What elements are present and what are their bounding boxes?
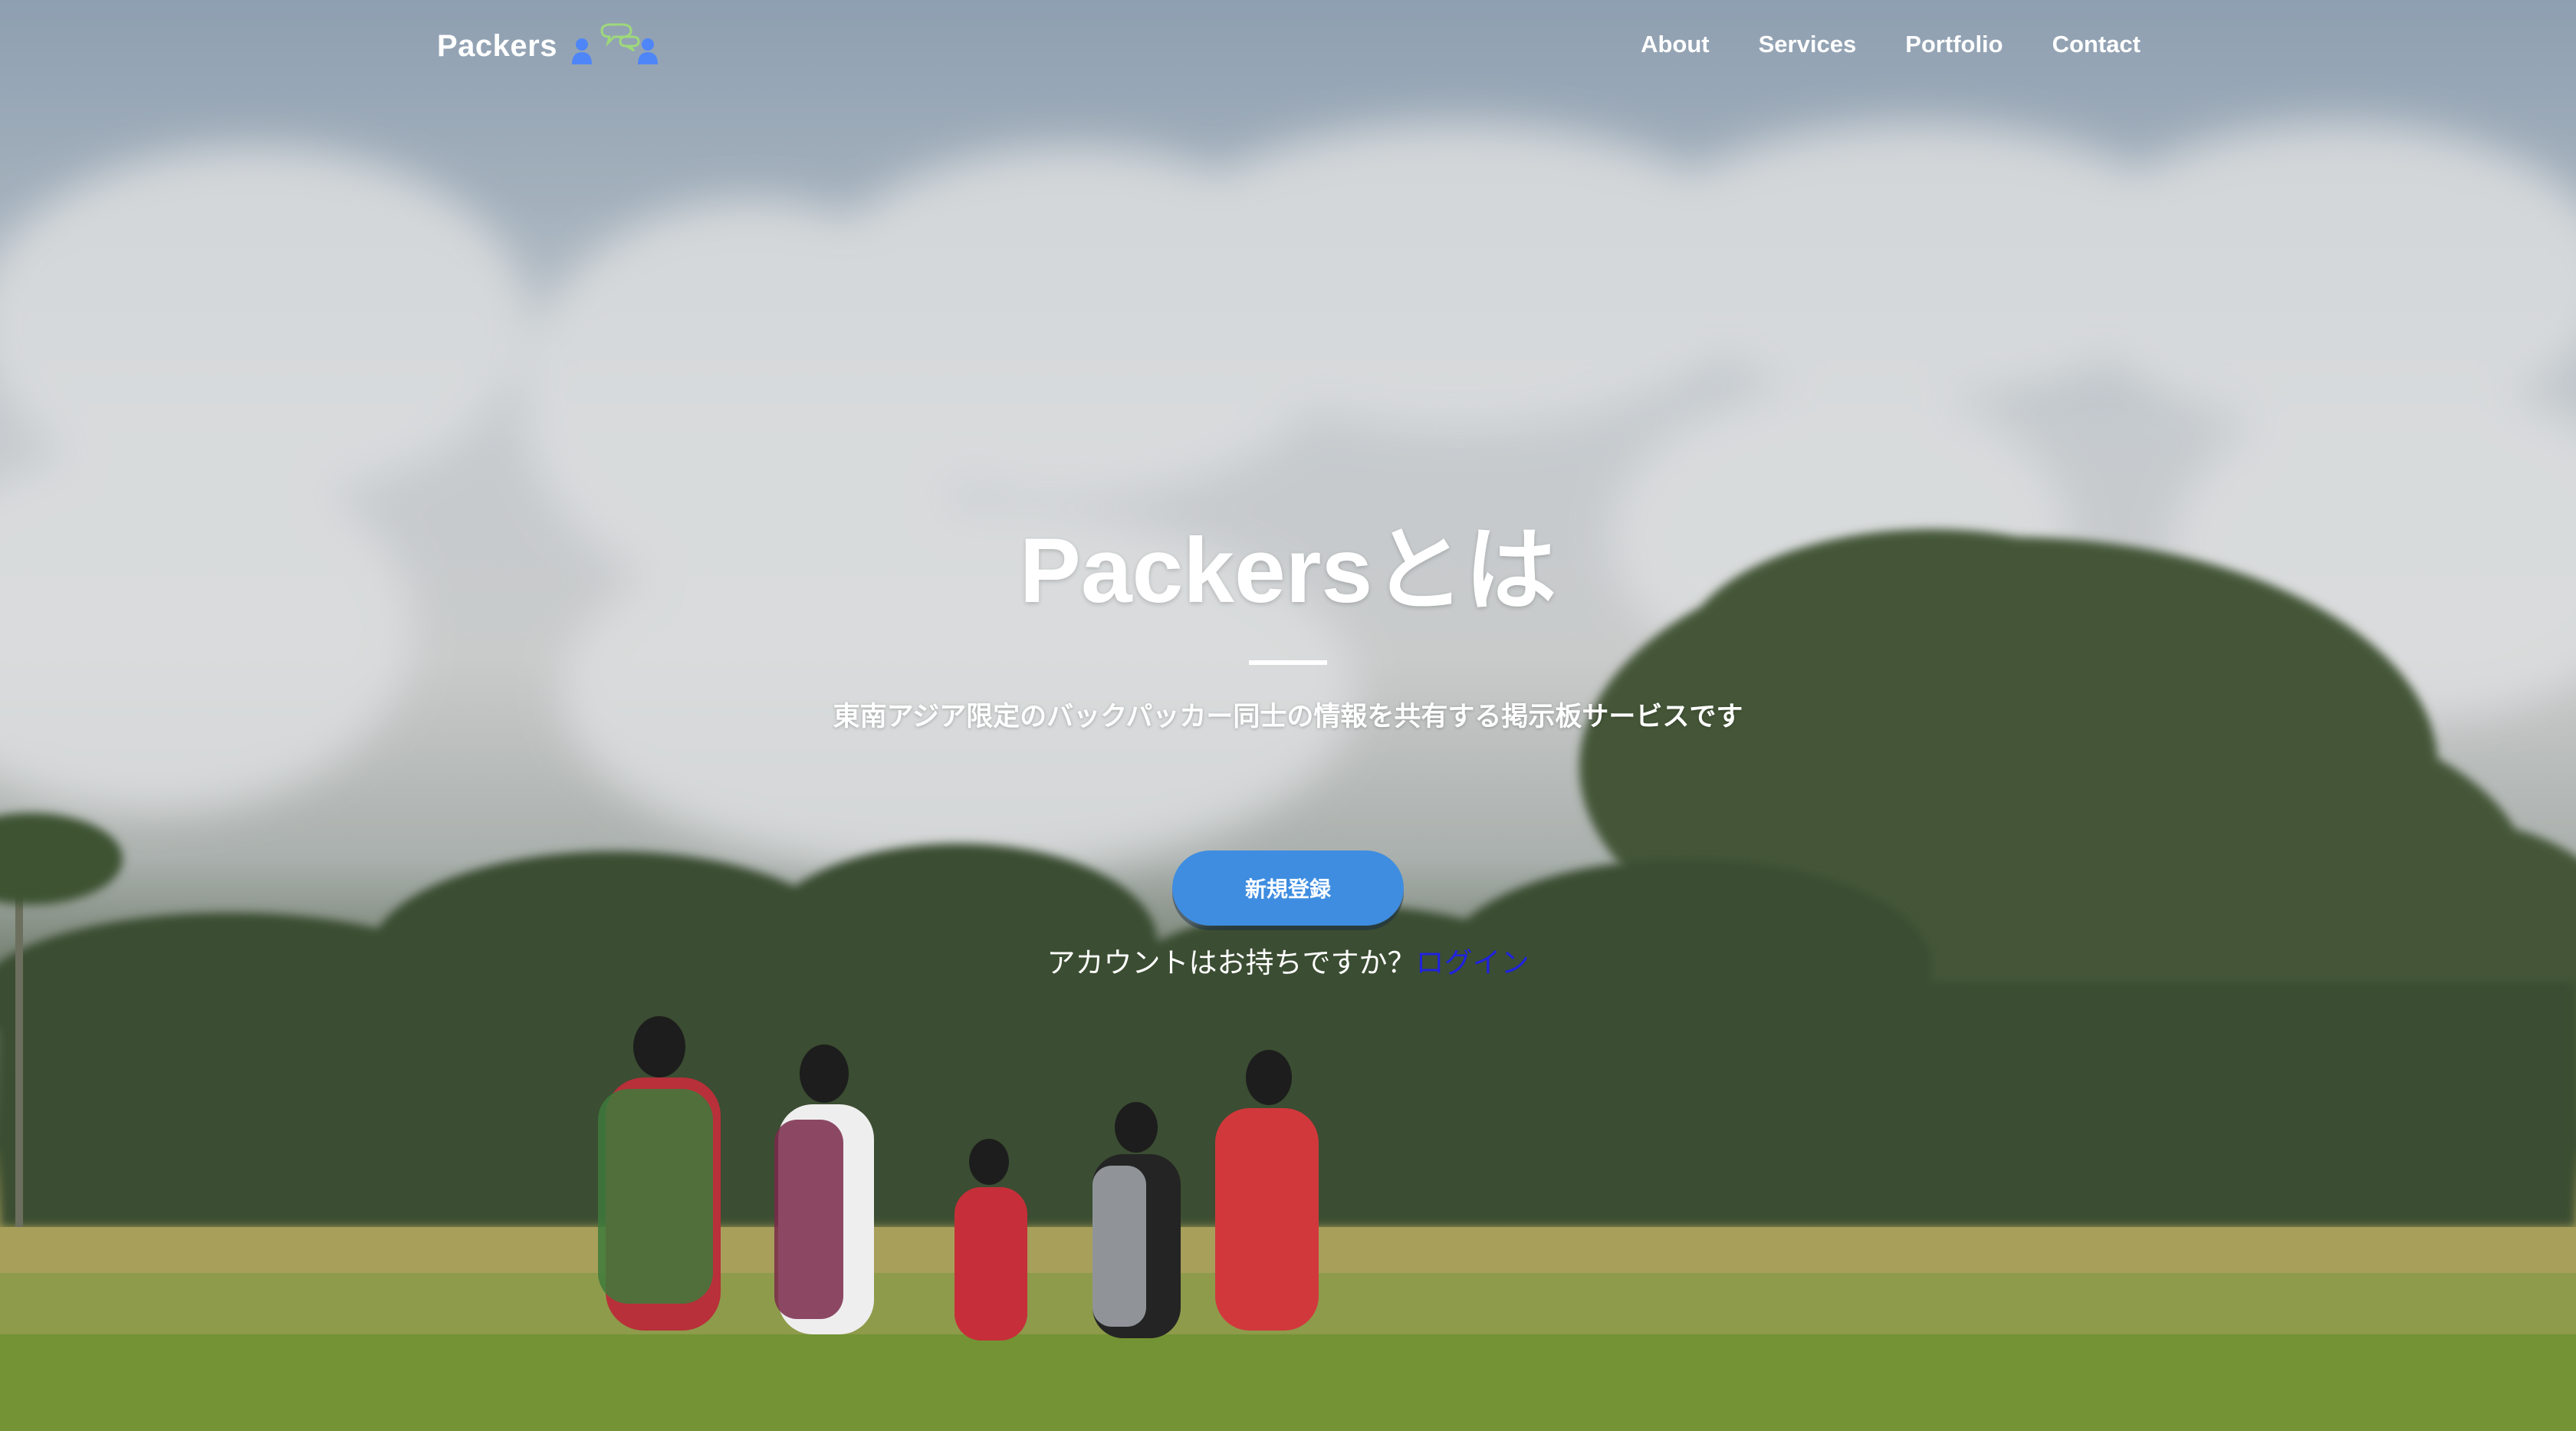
nav-link-about[interactable]: About — [1641, 31, 1710, 58]
login-link[interactable]: ログイン — [1416, 947, 1530, 979]
rice-field-front — [0, 1334, 2576, 1431]
hero-subtitle: 東南アジア限定のバックパッカー同士の情報を共有する掲示板サービスです — [833, 702, 1743, 732]
brand[interactable]: Packers — [437, 23, 663, 69]
hero-content: Packersとは 東南アジア限定のバックパッカー同士の情報を共有する掲示板サー… — [0, 509, 2576, 982]
nav-link-contact[interactable]: Contact — [2052, 31, 2141, 58]
title-divider — [1249, 660, 1327, 665]
brand-name[interactable]: Packers — [437, 29, 557, 64]
login-prompt: アカウントはお持ちですか？ — [1046, 947, 1416, 979]
nav-link-services[interactable]: Services — [1759, 31, 1857, 58]
hero-title: Packersとは — [1019, 519, 1557, 622]
two-people-chat-icon — [571, 23, 658, 64]
login-row: アカウントはお持ちですか？ログイン — [0, 944, 2576, 982]
nav-links: About Services Portfolio Contact — [1641, 31, 2141, 58]
hero-section: Packers About Services Portfolio Contact… — [0, 0, 2576, 1431]
top-navbar: Packers About Services Portfolio Contact — [0, 0, 2576, 95]
nav-link-portfolio[interactable]: Portfolio — [1905, 31, 2003, 58]
signup-button[interactable]: 新規登録 — [1172, 850, 1404, 926]
